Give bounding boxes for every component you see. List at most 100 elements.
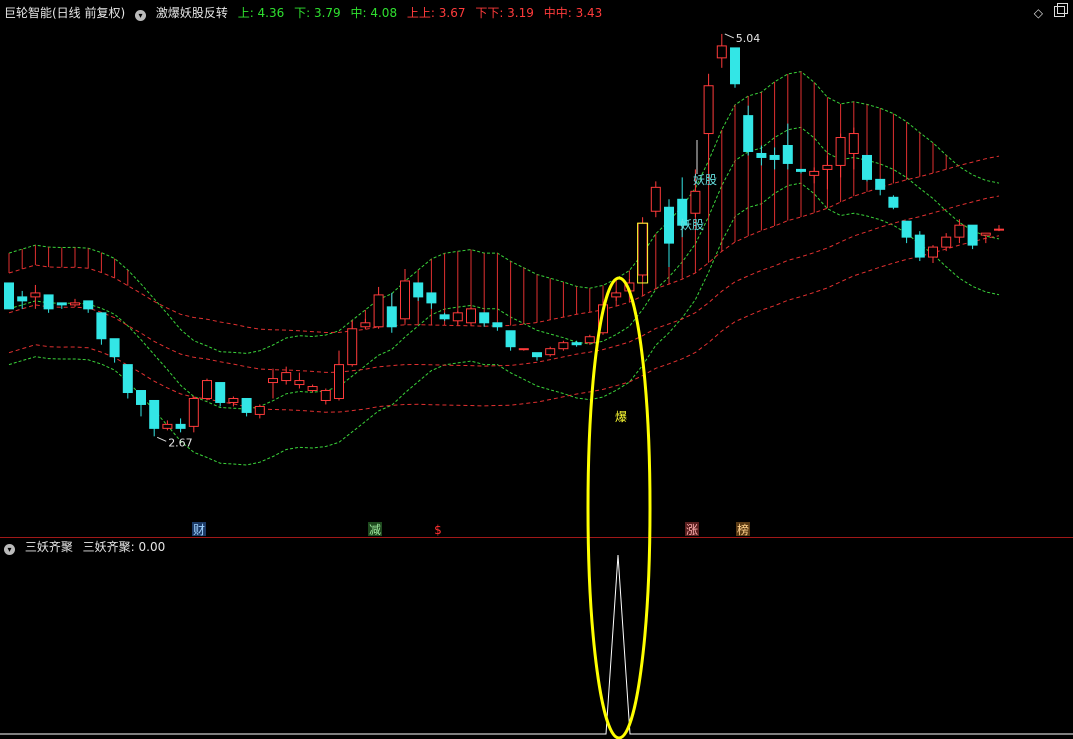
candle[interactable] [307, 384, 318, 393]
candles[interactable] [4, 33, 1004, 437]
candle-body [611, 292, 622, 298]
candle[interactable] [215, 382, 226, 407]
candle[interactable] [980, 232, 991, 244]
candle[interactable] [928, 245, 938, 264]
signal-marker: 榜 [736, 522, 750, 537]
candle[interactable] [875, 178, 886, 196]
candle[interactable] [835, 133, 846, 178]
candle[interactable] [56, 302, 67, 309]
candle[interactable] [373, 286, 384, 329]
candle[interactable] [796, 168, 806, 174]
stock-title[interactable]: 巨轮智能(日线 前复权) [4, 6, 125, 20]
candle[interactable] [466, 306, 476, 325]
band-upperupper [8, 155, 1000, 334]
candle[interactable] [862, 154, 872, 182]
candle[interactable] [96, 312, 107, 345]
candle[interactable] [901, 220, 912, 244]
candle[interactable] [716, 33, 727, 68]
candle[interactable] [188, 396, 199, 433]
candle[interactable] [122, 364, 133, 399]
diamond-icon[interactable]: ◇ [1034, 6, 1043, 20]
candle[interactable] [426, 292, 437, 309]
chevron-down-icon[interactable]: ▾ [4, 544, 15, 555]
candle[interactable] [347, 320, 358, 367]
candle-body [228, 397, 239, 403]
restore-icon[interactable] [1054, 3, 1068, 17]
candle[interactable] [505, 330, 516, 351]
candle[interactable] [83, 300, 94, 313]
candle[interactable] [571, 340, 582, 347]
candle[interactable] [782, 123, 793, 170]
candle[interactable] [70, 298, 80, 307]
candle[interactable] [452, 310, 463, 325]
candle[interactable] [479, 312, 490, 327]
candle-body [136, 390, 146, 405]
candle[interactable] [703, 73, 714, 180]
candle[interactable] [558, 340, 569, 351]
chart-frame[interactable]: 5.042.67妖股妖股爆 财减 $ 涨榜 [0, 0, 1073, 739]
candle[interactable] [809, 167, 820, 184]
candle[interactable] [743, 105, 754, 156]
candle[interactable] [954, 219, 965, 244]
main-chart-header: 巨轮智能(日线 前复权) ▾ 激爆妖股反转 上: 4.36 下: 3.79 中:… [4, 4, 608, 22]
candle-body [743, 115, 754, 152]
chevron-down-icon[interactable]: ▾ [135, 10, 147, 21]
candle[interactable] [413, 282, 424, 301]
candle-body [518, 348, 529, 351]
value-midmid: 中中: 3.43 [543, 6, 603, 20]
candle[interactable] [914, 231, 925, 262]
candle[interactable] [664, 199, 674, 268]
candle[interactable] [994, 225, 1004, 232]
high-price-label: 5.04 [736, 32, 761, 45]
candle[interactable] [149, 399, 160, 437]
candle[interactable] [967, 224, 978, 250]
candle-body [386, 306, 397, 328]
candle[interactable] [294, 372, 305, 389]
band-upper [8, 71, 1000, 354]
candle-body [967, 224, 978, 246]
candle-body [941, 236, 952, 248]
candle[interactable] [386, 292, 397, 333]
candle[interactable] [848, 127, 859, 170]
signal-marker: 财 [192, 522, 206, 537]
candle[interactable] [136, 390, 146, 417]
candle[interactable] [769, 147, 780, 170]
candle[interactable] [650, 181, 661, 218]
candle[interactable] [4, 282, 14, 310]
marker-text: 榜 [737, 522, 749, 537]
candle[interactable] [202, 378, 212, 401]
candle[interactable] [320, 388, 331, 405]
candle[interactable] [281, 366, 292, 385]
candle[interactable] [254, 404, 265, 419]
indicator-name[interactable]: 激爆妖股反转 [156, 6, 228, 20]
candle[interactable] [241, 397, 252, 417]
candle-body [30, 292, 41, 298]
signal-markers: 财 减 $ 涨 榜 [192, 522, 750, 537]
candle[interactable] [268, 368, 278, 399]
candle[interactable] [334, 350, 344, 401]
band-midmid [8, 195, 1000, 373]
candle-body [56, 302, 67, 306]
candle[interactable] [492, 322, 503, 331]
candle[interactable] [584, 334, 595, 345]
candle-body [716, 45, 727, 59]
candle-body [479, 312, 490, 324]
sub-indicator-name[interactable]: 三妖齐聚 [25, 540, 73, 554]
candle[interactable] [888, 195, 899, 210]
candle[interactable] [756, 145, 767, 166]
candle[interactable] [175, 418, 186, 433]
candle[interactable] [43, 294, 54, 313]
candle[interactable] [360, 318, 371, 329]
candle[interactable] [822, 155, 833, 190]
candle[interactable] [545, 346, 556, 357]
candle[interactable] [532, 352, 542, 361]
candle[interactable] [518, 348, 529, 351]
low-pointer [156, 436, 167, 442]
candle[interactable] [730, 47, 740, 88]
candle-body [4, 282, 14, 310]
candle-body [664, 206, 674, 244]
candle[interactable] [400, 269, 410, 323]
candle[interactable] [439, 312, 450, 321]
candle[interactable] [611, 290, 622, 301]
candle[interactable] [637, 217, 648, 277]
